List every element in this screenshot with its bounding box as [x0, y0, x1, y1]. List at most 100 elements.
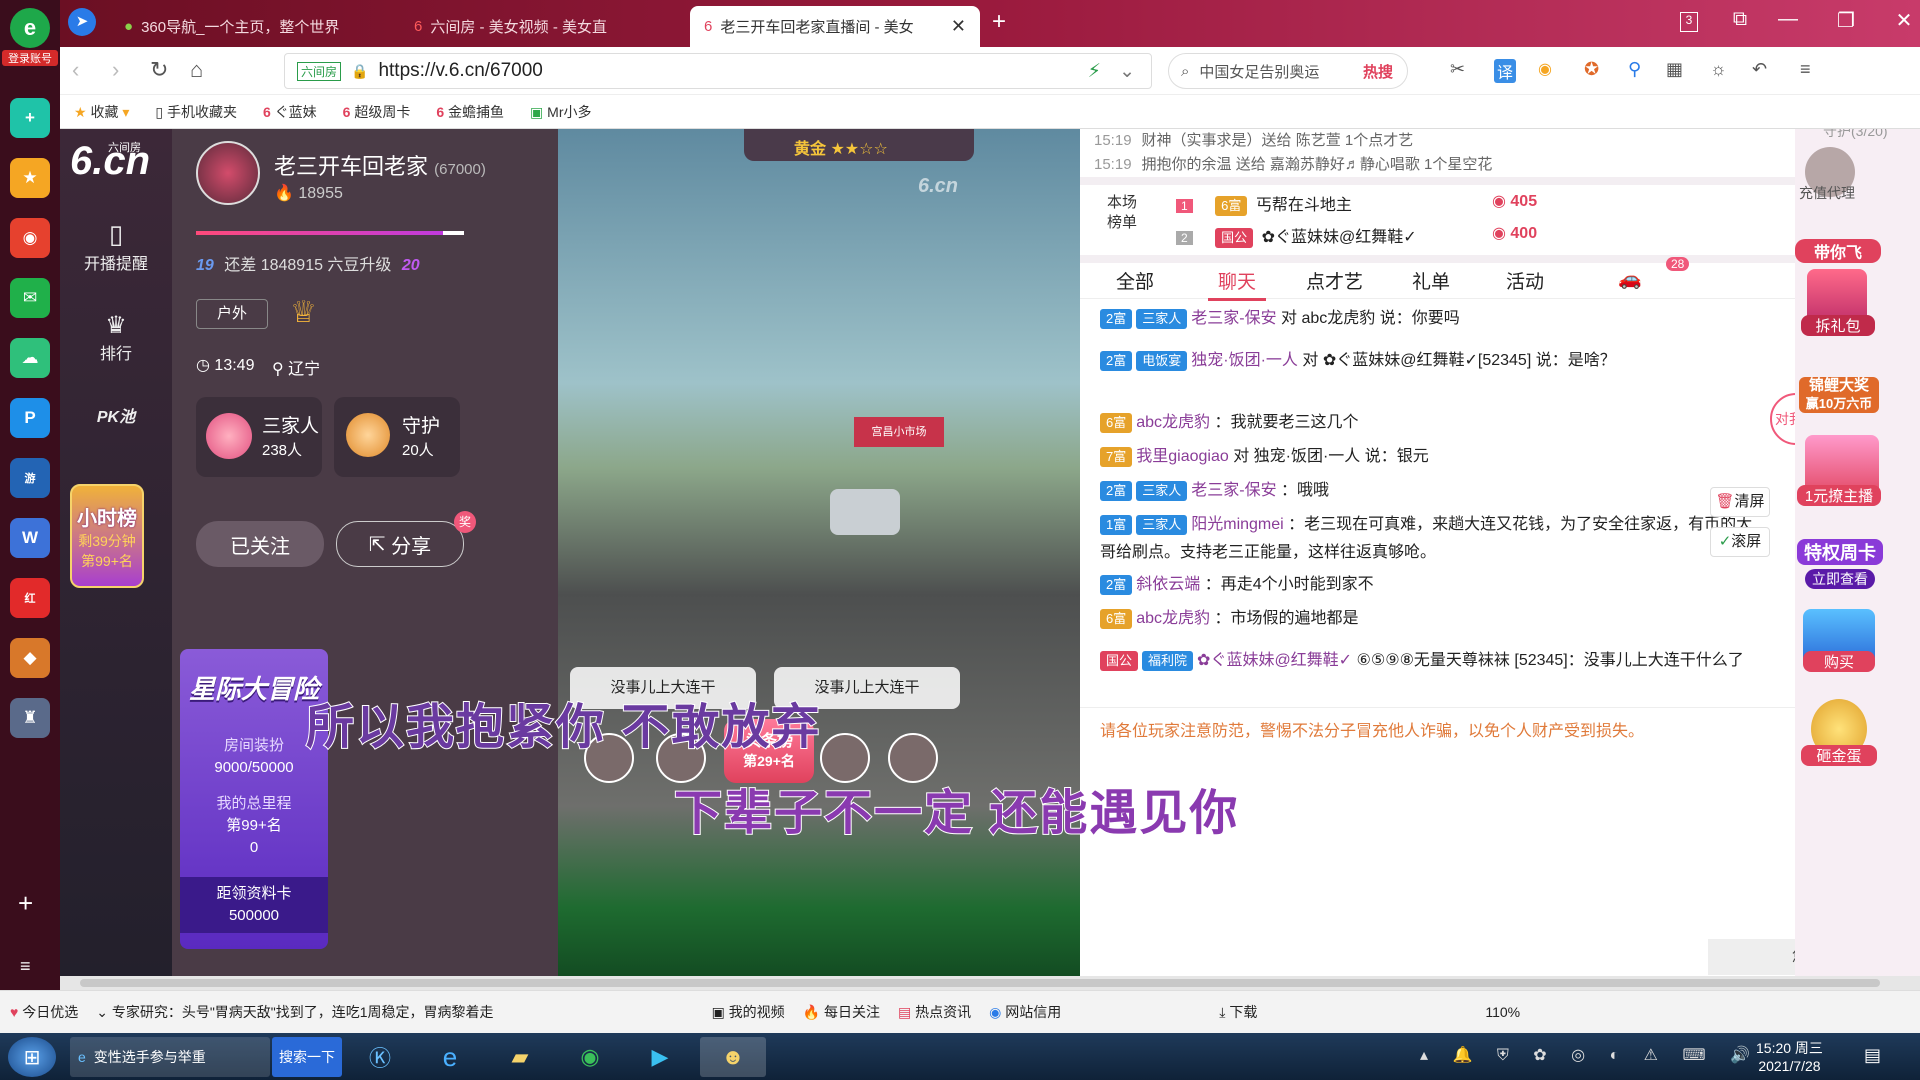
close-window-icon[interactable]: ✕	[1886, 8, 1920, 33]
forward-icon[interactable]: ›	[112, 57, 119, 83]
status-item[interactable]: 🔥 每日关注	[803, 1002, 880, 1022]
game-app-icon[interactable]: 游	[10, 458, 50, 498]
chat-input-area[interactable]	[1080, 733, 1795, 963]
star-icon[interactable]: ★	[10, 158, 50, 198]
video-player[interactable]: 黄金 ★★☆☆ 6.cn 宫昌小市场 没事儿上大连干 没事儿上大连干 头条榜 第2…	[558, 129, 1080, 976]
taskbar-browser[interactable]: e 变性选手参与举重	[70, 1037, 270, 1077]
hour-rank-card[interactable]: 小时榜 剩39分钟 第99+名	[70, 484, 144, 588]
player-icon[interactable]: ▶	[630, 1037, 690, 1077]
guard-card[interactable]: 守护 20人	[334, 397, 460, 477]
address-bar[interactable]: 六间房 🔒 https://v.6.cn/67000 ⚡ ⌄	[284, 53, 1152, 89]
tab-talent[interactable]: 点才艺	[1306, 267, 1363, 294]
rank-row[interactable]: 2 国公 ✿ぐ蓝妹妹@红舞鞋✓	[1176, 223, 1417, 248]
hot-search-label[interactable]: 热搜	[1363, 61, 1393, 82]
ie-taskbar-icon[interactable]: e	[420, 1037, 480, 1077]
magnifier-icon[interactable]: ⚲	[1628, 59, 1641, 80]
promo-gift-button[interactable]: 拆礼包	[1801, 315, 1875, 336]
tab-count[interactable]: 3	[1680, 12, 1698, 32]
start-button[interactable]: ⊞	[8, 1037, 56, 1077]
p-app-icon[interactable]: P	[10, 398, 50, 438]
today-picks[interactable]: ♥ 今日优选	[10, 1002, 78, 1022]
clock[interactable]: 15:20 周三 2021/7/28	[1756, 1039, 1823, 1075]
word-icon[interactable]: W	[10, 518, 50, 558]
home-icon[interactable]: ⌂	[190, 57, 203, 83]
folder-icon[interactable]: ▰	[490, 1037, 550, 1077]
new-tab-button[interactable]: +	[992, 8, 1006, 36]
menu-icon[interactable]: ≡	[20, 956, 31, 977]
weibo-icon[interactable]: ◉	[10, 218, 50, 258]
bookmark-star-icon[interactable]: ★ 收藏 ▾	[74, 102, 129, 122]
chat-user[interactable]: 斜依云端	[1136, 576, 1200, 593]
rank-row[interactable]: 1 6富 丐帮在斗地主	[1176, 191, 1352, 216]
k-app-icon[interactable]: Ⓚ	[350, 1037, 410, 1077]
tab-activity[interactable]: 活动	[1506, 267, 1544, 294]
promo-label[interactable]: 1元撩主播	[1797, 485, 1881, 506]
bookmark-mobile[interactable]: ▯ 手机收藏夹	[155, 102, 237, 122]
chevron-down-icon[interactable]: ⌄	[1119, 60, 1135, 83]
bookmark-item[interactable]: 6 超级周卡	[343, 102, 411, 122]
chat-user[interactable]: 我里giaogiao	[1136, 448, 1229, 465]
status-item[interactable]: ▣ 我的视频	[712, 1002, 785, 1022]
coin-icon[interactable]: ◉	[1538, 59, 1552, 79]
promo-fly-button[interactable]: 带你飞	[1795, 239, 1881, 263]
red-app-icon[interactable]: 红	[10, 578, 50, 618]
cloud-icon[interactable]: ☁	[10, 338, 50, 378]
tray-icons[interactable]: ▴ 🔔 ⛨ ✿ ◎ ◐ ⚠ ⌨ 🔊	[1420, 1045, 1760, 1065]
bookmark-item[interactable]: 6 金蟾捕鱼	[436, 102, 504, 122]
navigate-icon[interactable]: ➤	[68, 8, 96, 36]
chat-user[interactable]: ✿ぐ蓝妹妹@红舞鞋✓	[1197, 652, 1352, 669]
chat-user[interactable]: abc龙虎豹	[1136, 414, 1210, 431]
translate-icon[interactable]: 译	[1494, 59, 1517, 83]
menu-icon[interactable]: ≡	[1800, 59, 1811, 80]
promo-egg-button[interactable]: 砸金蛋	[1801, 745, 1877, 766]
promo-koi[interactable]: 锦鲤大奖 赢10万六币	[1799, 377, 1879, 413]
chat-user[interactable]: 老三家-保安	[1191, 310, 1276, 327]
category-tag[interactable]: 户外	[196, 299, 268, 329]
browser-logo-icon[interactable]: e	[10, 8, 50, 48]
search-box[interactable]: ⌕ 中国女足告别奥运 热搜	[1168, 53, 1408, 89]
followed-button[interactable]: 已关注	[196, 521, 324, 567]
close-tab-icon[interactable]: ✕	[951, 16, 966, 37]
undo-icon[interactable]: ↶	[1752, 59, 1767, 80]
car-icon[interactable]: 🚗	[1618, 267, 1642, 291]
login-button[interactable]: 登录账号	[2, 50, 58, 66]
share-button[interactable]: ⇱ 分享	[336, 521, 464, 567]
tab-all[interactable]: 全部	[1116, 267, 1154, 294]
castle-icon[interactable]: ♜	[10, 698, 50, 738]
scroll-screen-button[interactable]: ✓滚屏	[1710, 527, 1770, 557]
tab-chat[interactable]: 聊天	[1208, 267, 1267, 301]
promo-weekly-card[interactable]: 特权周卡	[1797, 539, 1883, 565]
chat-user[interactable]: 阳光mingmei	[1191, 516, 1283, 533]
status-item[interactable]: ⤓ 下载	[1219, 1002, 1257, 1022]
360-browser-icon[interactable]: ◉	[560, 1037, 620, 1077]
nav-item-notify[interactable]: ▯ 开播提醒	[60, 219, 172, 274]
minimize-icon[interactable]: —	[1770, 8, 1806, 31]
maximize-icon[interactable]: ❐	[1828, 8, 1864, 33]
nav-item-pk[interactable]: PK池	[60, 403, 172, 427]
tab-6cn[interactable]: 6 六间房 - 美女视频 - 美女直	[400, 6, 690, 47]
chat-user[interactable]: 老三家-保安	[1191, 482, 1276, 499]
game-icon[interactable]: ◆	[10, 638, 50, 678]
gamepad-icon[interactable]: ✪	[1584, 59, 1599, 80]
family-card[interactable]: 三家人 238人	[196, 397, 322, 477]
sidebar-app-icon[interactable]: +	[10, 98, 50, 138]
zoom-level[interactable]: 110%	[1485, 1004, 1520, 1020]
promo-view-button[interactable]: 立即查看	[1805, 569, 1875, 589]
promo-buy-button[interactable]: 购买	[1803, 651, 1875, 672]
mail-icon[interactable]: ✉	[10, 278, 50, 318]
horizontal-scrollbar[interactable]	[60, 976, 1920, 990]
taskbar-search-button[interactable]: 搜索一下	[272, 1037, 342, 1077]
anchor-avatar[interactable]	[196, 141, 260, 205]
notification-icon[interactable]: ▤	[1864, 1045, 1881, 1066]
chat-user[interactable]: 独宠·饭团·一人	[1191, 352, 1298, 369]
news-ticker[interactable]: ⌄ 专家研究：头号"胃病天敌"找到了，连吃1周稳定，胃病黎着走	[96, 1002, 493, 1022]
add-icon[interactable]: +	[18, 888, 33, 919]
chat-app-icon[interactable]: ☻	[700, 1037, 766, 1077]
brightness-icon[interactable]: ☼	[1710, 59, 1727, 80]
scissors-icon[interactable]: ✂	[1450, 59, 1465, 80]
bookmark-item[interactable]: 6 ぐ蓝妹	[263, 102, 317, 122]
bookmark-item[interactable]: ▣ Mr小多	[530, 102, 591, 122]
reload-icon[interactable]: ↻	[150, 57, 168, 83]
chat-user[interactable]: abc龙虎豹	[1136, 610, 1210, 627]
nav-item-rank[interactable]: ♛ 排行	[60, 311, 172, 364]
